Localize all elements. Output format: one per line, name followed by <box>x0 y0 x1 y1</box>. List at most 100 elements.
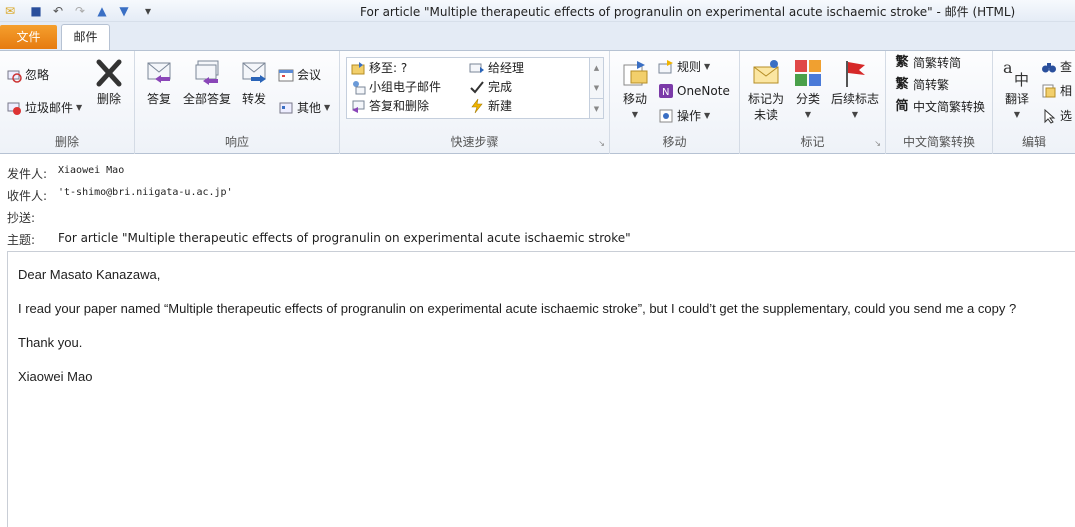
quickstep-done-label: 完成 <box>488 80 513 94</box>
forward-icon <box>238 57 270 89</box>
mark-unread-button[interactable]: 标记为 未读 <box>744 57 788 123</box>
svg-text:a: a <box>1003 58 1013 77</box>
categorize-label: 分类 <box>795 92 820 106</box>
forward-button[interactable]: 转发 <box>235 57 273 107</box>
translate-label: 翻译 <box>1004 92 1029 106</box>
subject-label: 主题: <box>7 233 36 247</box>
group-editing-label: 编辑 <box>1021 135 1046 149</box>
checkmark-icon <box>469 79 485 95</box>
scroll-down-icon[interactable]: ▼ <box>590 78 603 98</box>
more-respond-label: 其他 <box>297 101 322 115</box>
meeting-button[interactable]: 会议 <box>278 67 321 83</box>
rules-icon <box>658 59 674 75</box>
reply-label: 答复 <box>146 92 171 106</box>
expand-gallery-icon[interactable]: ▼ <box>590 98 603 118</box>
select-button[interactable]: 选 <box>1041 108 1072 124</box>
to-value[interactable]: 't-shimo@bri.niigata-u.ac.jp' <box>58 187 233 198</box>
categorize-button[interactable]: 分类 ▼ <box>790 57 826 123</box>
message-body[interactable]: Dear Masato Kanazawa, I read your paper … <box>7 251 1075 527</box>
move-folder-icon <box>619 57 651 89</box>
trad-to-simp-button[interactable]: 繁 简繁转简 <box>894 55 961 71</box>
tab-file[interactable]: 文件 <box>0 25 57 49</box>
reply-icon <box>143 57 175 89</box>
related-button[interactable]: 相 <box>1041 83 1072 99</box>
next-item-icon[interactable]: ▼ <box>116 3 132 19</box>
group-respond: 答复 全部答复 转发 会议 其他 ▼ 响应 <box>135 51 340 154</box>
group-delete-label: 删除 <box>54 135 79 149</box>
simp-to-trad-button[interactable]: 繁 简转繁 <box>894 77 949 93</box>
mail-icon: ✉ <box>4 4 16 18</box>
message-headers: 发件人: Xiaowei Mao 收件人: 't-shimo@bri.niiga… <box>0 154 1075 250</box>
meeting-icon <box>278 67 294 83</box>
previous-item-icon[interactable]: ▲ <box>94 3 110 19</box>
follow-up-button[interactable]: 后续标志 ▼ <box>828 57 882 123</box>
quick-steps-scrollbar[interactable]: ▲ ▼ ▼ <box>589 58 603 118</box>
dropdown-icon: ▼ <box>851 110 859 119</box>
dropdown-icon: ▼ <box>631 110 639 119</box>
trad-to-simp-label: 简繁转简 <box>913 56 962 70</box>
rules-label: 规则 <box>677 60 702 74</box>
customize-toolbar-icon[interactable]: ▾ <box>140 3 156 19</box>
unread-mail-icon <box>750 57 782 89</box>
quickstep-team-email[interactable]: 小组电子邮件 <box>350 79 441 95</box>
delete-button[interactable]: 删除 <box>90 57 128 107</box>
group-editing: a中 翻译 ▼ 查 相 选 编辑 <box>993 51 1075 154</box>
reply-all-label: 全部答复 <box>182 92 231 106</box>
quickstep-create-new[interactable]: 新建 <box>469 98 512 114</box>
meeting-label: 会议 <box>297 68 322 82</box>
categorize-icon <box>792 57 824 89</box>
move-button[interactable]: 移动 ▼ <box>616 57 654 123</box>
binoculars-icon <box>1041 59 1057 75</box>
reply-all-icon <box>191 57 223 89</box>
move-label: 移动 <box>622 92 647 106</box>
chinese-convert-button[interactable]: 简 中文简繁转换 <box>894 99 985 115</box>
from-value[interactable]: Xiaowei Mao <box>58 165 124 176</box>
save-icon[interactable]: ■ <box>28 3 44 19</box>
to-label: 收件人: <box>7 189 48 203</box>
message-paragraph: I read your paper named “Multiple therap… <box>18 301 1017 316</box>
translate-button[interactable]: a中 翻译 ▼ <box>999 57 1035 123</box>
find-button[interactable]: 查 <box>1041 59 1072 75</box>
more-respond-button[interactable]: 其他 ▼ <box>278 100 330 116</box>
onenote-label: OneNote <box>677 84 730 98</box>
team-email-icon <box>350 79 366 95</box>
lightning-icon <box>469 98 485 114</box>
group-tags: 标记为 未读 分类 ▼ 后续标志 ▼ ↘ 标记 <box>740 51 886 154</box>
forward-mail-icon <box>469 60 485 76</box>
related-icon <box>1041 83 1057 99</box>
reply-all-button[interactable]: 全部答复 <box>181 57 233 107</box>
undo-icon[interactable]: ↶ <box>50 3 66 19</box>
quickstep-to-manager[interactable]: 给经理 <box>469 60 524 76</box>
message-signature: Xiaowei Mao <box>18 369 93 384</box>
rules-button[interactable]: 规则 ▼ <box>658 59 710 75</box>
group-tags-label: 标记 <box>800 135 825 149</box>
scroll-up-icon[interactable]: ▲ <box>590 58 603 78</box>
group-chinese-conversion-label: 中文简繁转换 <box>902 135 975 149</box>
message-greeting: Dear Masato Kanazawa, <box>18 267 161 282</box>
forward-label: 转发 <box>241 92 266 106</box>
find-label: 查 <box>1060 60 1073 74</box>
junk-button[interactable]: 垃圾邮件 ▼ <box>6 100 82 116</box>
group-respond-label: 响应 <box>224 135 249 149</box>
ignore-button[interactable]: 忽略 <box>6 67 49 83</box>
reply-button[interactable]: 答复 <box>140 57 178 107</box>
quickstep-to-manager-label: 给经理 <box>488 61 525 75</box>
onenote-button[interactable]: N OneNote <box>658 83 730 99</box>
quickstep-move-to-label: 移至: ? <box>369 61 408 75</box>
subject-value: For article "Multiple therapeutic effect… <box>58 231 631 245</box>
actions-button[interactable]: 操作 ▼ <box>658 108 710 124</box>
quick-steps-gallery: 移至: ? 给经理 小组电子邮件 完成 答复和删除 新建 ▲ ▼ ▼ <box>346 57 604 119</box>
quickstep-done[interactable]: 完成 <box>469 79 512 95</box>
group-delete: 忽略 垃圾邮件 ▼ 删除 删除 <box>0 51 135 154</box>
simp-trad-icon: 繁 <box>895 77 909 92</box>
translate-icon: a中 <box>1001 57 1033 89</box>
dropdown-icon: ▼ <box>324 103 331 112</box>
more-icon <box>278 100 294 116</box>
redo-icon[interactable]: ↷ <box>72 3 88 19</box>
tab-mail[interactable]: 邮件 <box>61 24 110 51</box>
quickstep-move-to[interactable]: 移至: ? <box>350 60 407 76</box>
group-quick-steps-label: 快速步骤 <box>450 135 499 149</box>
quickstep-reply-delete[interactable]: 答复和删除 <box>350 98 429 114</box>
title-bar: ✉ ■ ↶ ↷ ▲ ▼ ▾ For article "Multiple ther… <box>0 0 1075 22</box>
window-title: For article "Multiple therapeutic effect… <box>360 5 1016 19</box>
